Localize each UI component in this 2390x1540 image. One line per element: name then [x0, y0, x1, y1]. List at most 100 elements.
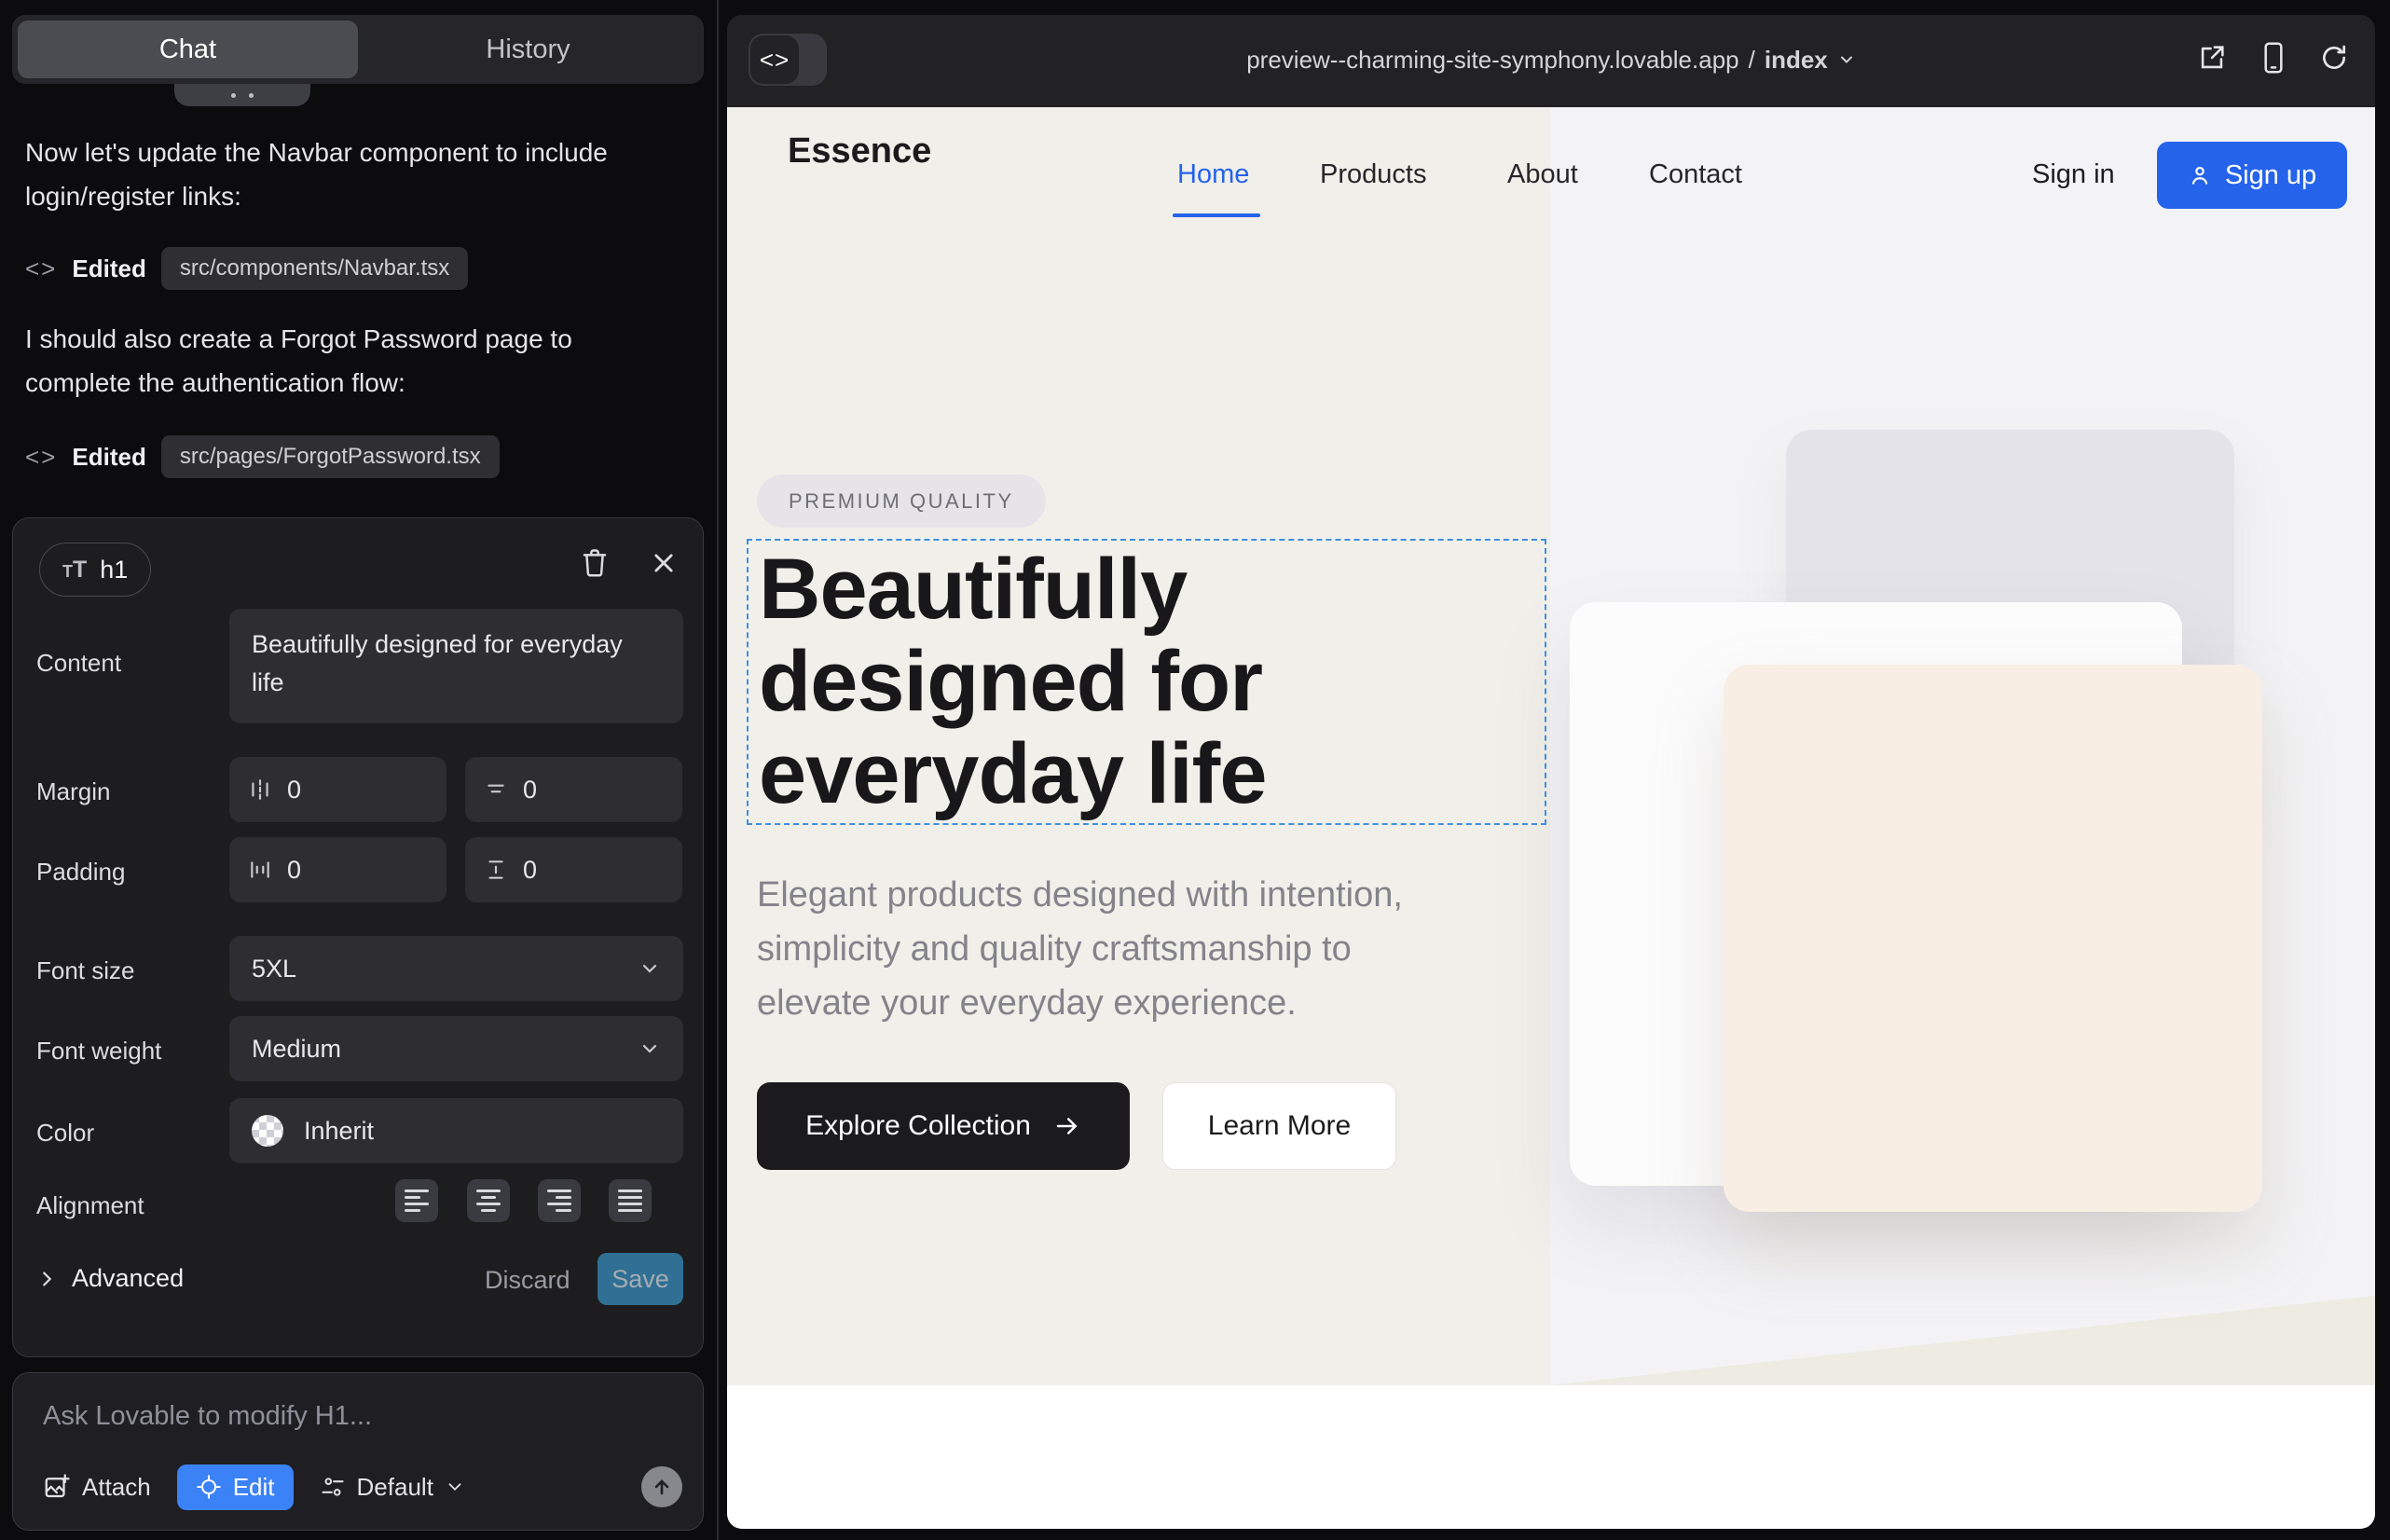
mobile-view-button[interactable]: [2260, 41, 2287, 75]
mobile-icon: [2260, 41, 2287, 75]
align-center-icon: [476, 1189, 501, 1212]
browser-preview-window: <> preview--charming-site-symphony.lovab…: [727, 15, 2375, 1529]
margin-horizontal-icon: [248, 777, 272, 802]
file-path-badge[interactable]: src/components/Navbar.tsx: [161, 247, 468, 290]
nav-active-underline: [1173, 213, 1260, 217]
preview-url: preview--charming-site-symphony.lovable.…: [1246, 46, 1738, 75]
composer-input[interactable]: Ask Lovable to modify H1...: [43, 1401, 372, 1432]
margin-y-input[interactable]: 0: [465, 757, 682, 822]
explore-collection-button[interactable]: Explore Collection: [757, 1082, 1130, 1170]
chat-composer: Ask Lovable to modify H1... Attach Edit …: [12, 1372, 704, 1531]
tab-history[interactable]: History: [358, 21, 698, 78]
align-left-icon: [405, 1189, 429, 1212]
attach-image-icon: [43, 1473, 71, 1501]
user-icon: [2188, 163, 2212, 187]
edited-label: Edited: [72, 254, 145, 283]
refresh-button[interactable]: [2319, 43, 2349, 73]
preview-actions: [2196, 41, 2349, 75]
chevron-down-icon: [639, 1038, 661, 1060]
content-label: Content: [36, 649, 121, 678]
scrolled-chat-peek[interactable]: [174, 84, 310, 106]
edited-file-row[interactable]: <> Edited src/components/Navbar.tsx: [25, 244, 468, 293]
nav-contact[interactable]: Contact: [1649, 159, 1742, 190]
hero-paragraph: Elegant products designed with intention…: [757, 868, 1403, 1030]
default-mode-button[interactable]: Default: [320, 1473, 465, 1502]
align-justify-button[interactable]: [609, 1179, 652, 1222]
close-icon: [651, 550, 677, 576]
chevron-down-icon: [445, 1477, 465, 1497]
margin-x-input[interactable]: 0: [229, 757, 446, 822]
site-canvas: Essence Home Products About Contact Sign…: [727, 107, 2375, 1529]
send-button[interactable]: [641, 1466, 682, 1507]
align-left-button[interactable]: [395, 1179, 438, 1222]
tab-chat[interactable]: Chat: [18, 21, 358, 78]
edited-label: Edited: [72, 443, 145, 472]
color-select[interactable]: Inherit: [229, 1098, 683, 1163]
attach-button[interactable]: Attach: [43, 1473, 151, 1502]
alignment-label: Alignment: [36, 1191, 144, 1220]
save-button[interactable]: Save: [598, 1253, 683, 1305]
align-right-icon: [547, 1189, 571, 1212]
align-justify-icon: [618, 1189, 642, 1212]
edit-mode-button[interactable]: Edit: [177, 1464, 294, 1510]
edited-file-row[interactable]: <> Edited src/pages/ForgotPassword.tsx: [25, 433, 500, 481]
padding-y-input[interactable]: 0: [465, 837, 682, 902]
text-element-icon: TT: [62, 557, 87, 584]
signin-link[interactable]: Sign in: [2032, 159, 2115, 190]
close-editor-button[interactable]: [645, 544, 682, 582]
nav-about[interactable]: About: [1507, 159, 1578, 190]
color-label: Color: [36, 1119, 94, 1148]
padding-x-input[interactable]: 0: [229, 837, 446, 902]
file-path-badge[interactable]: src/pages/ForgotPassword.tsx: [161, 435, 500, 478]
padding-horizontal-icon: [248, 858, 272, 882]
refresh-icon: [2319, 43, 2349, 73]
discard-button[interactable]: Discard: [485, 1266, 570, 1295]
open-external-button[interactable]: [2196, 42, 2228, 74]
font-size-select[interactable]: 5XL: [229, 936, 683, 1001]
composer-toolbar: Attach Edit Default: [43, 1463, 680, 1511]
font-weight-select[interactable]: Medium: [229, 1016, 683, 1081]
learn-more-button[interactable]: Learn More: [1162, 1082, 1396, 1170]
preview-path: index: [1765, 46, 1828, 75]
selected-element-chip[interactable]: TT h1: [39, 543, 151, 597]
color-swatch-checker: [252, 1115, 283, 1147]
hero-heading[interactable]: Beautifully designed for everyday life: [759, 543, 1266, 820]
hero-cta-row: Explore Collection Learn More: [757, 1082, 1396, 1170]
signup-button[interactable]: Sign up: [2157, 142, 2347, 209]
nav-home[interactable]: Home: [1177, 159, 1249, 190]
padding-vertical-icon: [484, 858, 508, 882]
trash-icon: [581, 548, 609, 578]
font-size-label: Font size: [36, 956, 135, 985]
delete-element-button[interactable]: [576, 544, 613, 582]
decorative-card-cream: [1724, 665, 2262, 1212]
path-separator: /: [1749, 46, 1755, 75]
sliders-icon: [320, 1474, 346, 1500]
chevron-right-icon: [36, 1269, 57, 1289]
chat-message: I should also create a Forgot Password p…: [25, 317, 668, 405]
hero-badge: PREMIUM QUALITY: [757, 474, 1046, 528]
font-weight-label: Font weight: [36, 1037, 161, 1066]
margin-label: Margin: [36, 777, 110, 806]
chat-history-tabbar: Chat History: [12, 15, 704, 84]
chat-message: Now let's update the Navbar component to…: [25, 131, 668, 218]
dots-icon: [231, 93, 236, 98]
margin-vertical-icon: [484, 777, 508, 802]
panel-divider[interactable]: [717, 0, 719, 1540]
align-center-button[interactable]: [467, 1179, 510, 1222]
code-icon: <>: [25, 254, 57, 283]
url-bar[interactable]: preview--charming-site-symphony.lovable.…: [727, 15, 2375, 104]
advanced-toggle[interactable]: Advanced: [36, 1264, 184, 1293]
content-input[interactable]: Beautifully designed for everyday life: [229, 609, 683, 723]
arrow-up-icon: [651, 1476, 673, 1498]
padding-label: Padding: [36, 858, 125, 887]
nav-products[interactable]: Products: [1320, 159, 1426, 190]
chevron-down-icon: [639, 957, 661, 980]
arrow-right-icon: [1053, 1112, 1081, 1140]
chevron-down-icon: [1837, 50, 1856, 69]
edit-target-icon: [196, 1474, 222, 1500]
align-right-button[interactable]: [538, 1179, 581, 1222]
external-link-icon: [2196, 42, 2228, 74]
element-tag: h1: [100, 556, 128, 584]
code-icon: <>: [25, 443, 57, 472]
site-logo[interactable]: Essence: [788, 131, 931, 172]
